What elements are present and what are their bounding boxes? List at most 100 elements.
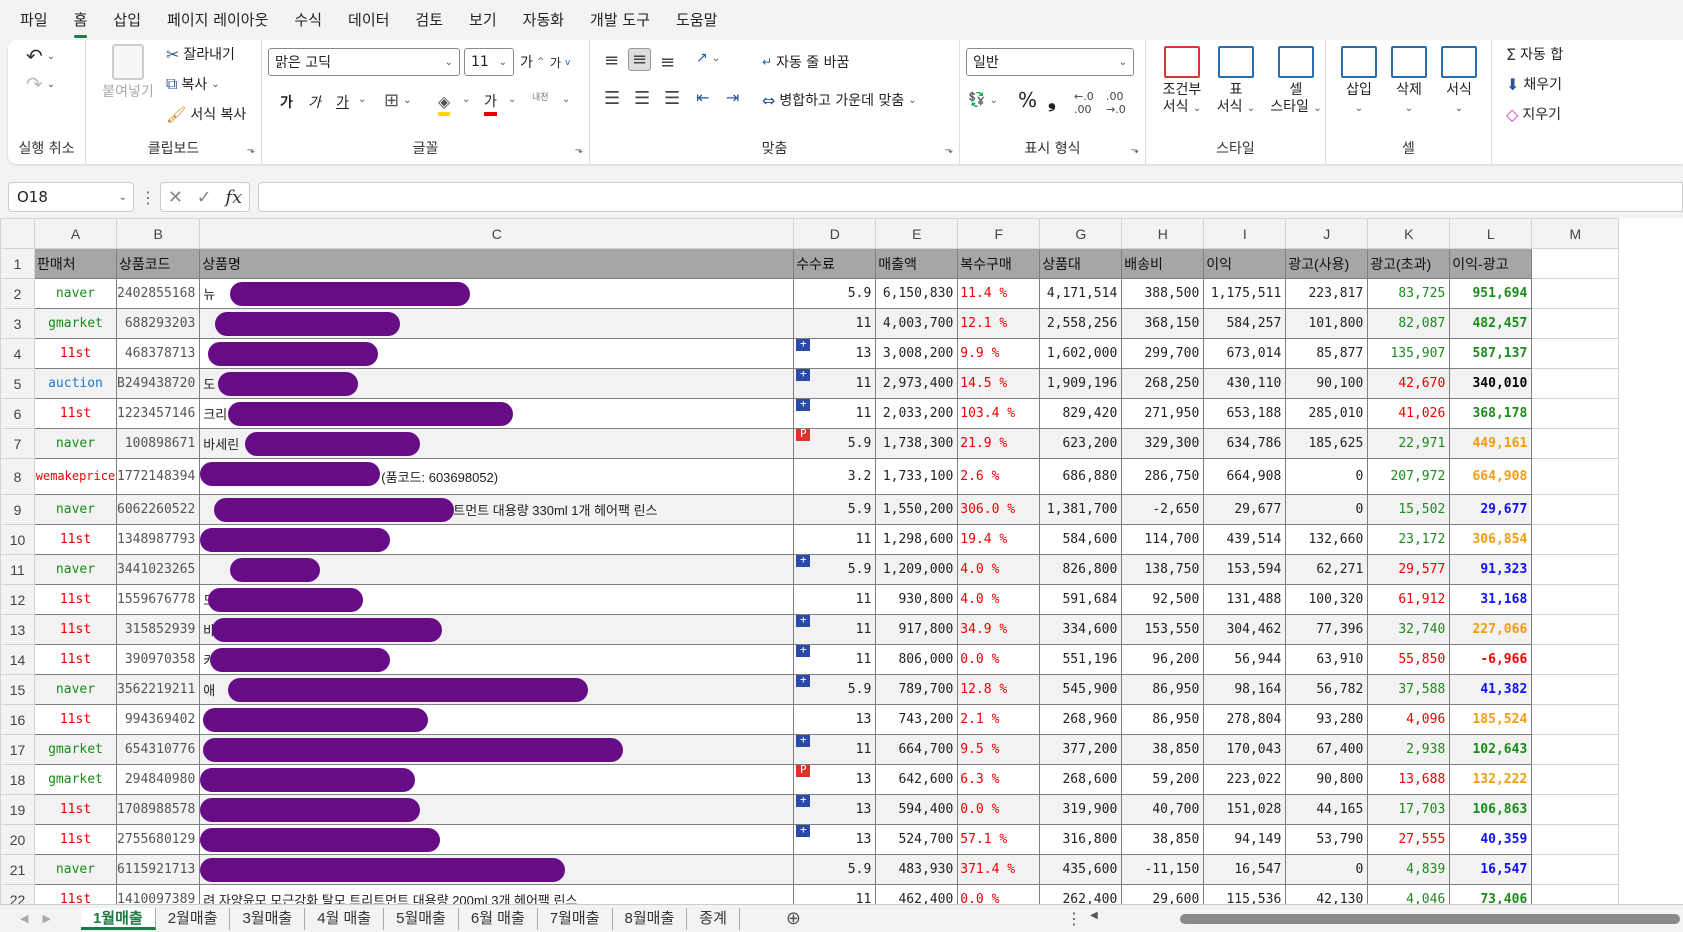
- sales-cell[interactable]: 2,973,400: [875, 368, 959, 399]
- merge-center-button[interactable]: ⇔ 병합하고 가운데 맞춤 ⌄: [762, 90, 917, 110]
- ad-used-cell[interactable]: 53,790: [1285, 824, 1369, 855]
- seller-cell[interactable]: naver: [34, 854, 117, 885]
- sales-cell[interactable]: 6,150,830: [875, 278, 959, 309]
- name-box[interactable]: O18 ⌄: [8, 182, 134, 212]
- tab-sheet-9[interactable]: 종계: [687, 907, 740, 930]
- ad-used-cell[interactable]: 63,910: [1285, 644, 1369, 675]
- sales-cell[interactable]: 743,200: [875, 704, 959, 735]
- ad-over-cell[interactable]: 32,740: [1367, 614, 1451, 645]
- comma-button[interactable]: ❟: [1048, 88, 1056, 112]
- fx-icon[interactable]: fx: [225, 187, 242, 208]
- product-name-cell[interactable]: 트먼트 대용량 330ml 1개 헤어팩 린스: [199, 494, 795, 525]
- row-header[interactable]: 1: [0, 248, 35, 279]
- product-name-cell[interactable]: 뉴: [199, 278, 795, 309]
- net-profit-cell[interactable]: 40,359: [1449, 824, 1533, 855]
- fill-button[interactable]: ⬇ 채우기: [1506, 74, 1562, 94]
- net-profit-cell[interactable]: 306,854: [1449, 524, 1533, 555]
- ad-over-cell[interactable]: 37,588: [1367, 674, 1451, 705]
- column-header-B[interactable]: B: [115, 218, 201, 249]
- ad-over-cell[interactable]: 4,839: [1367, 854, 1451, 885]
- multi-purchase-cell[interactable]: 12.8 %: [957, 674, 1041, 705]
- multi-purchase-cell[interactable]: 11.4 %: [957, 278, 1041, 309]
- multi-purchase-cell[interactable]: 371.4 %: [957, 854, 1041, 885]
- product-name-cell[interactable]: 애: [199, 674, 795, 705]
- menu-3[interactable]: 페이지 레이아웃: [167, 5, 268, 34]
- sales-cell[interactable]: 806,000: [875, 644, 959, 675]
- tab-sheet-5[interactable]: 5월매출: [384, 907, 459, 930]
- font-color-dropdown-icon[interactable]: ⌄: [508, 94, 516, 105]
- empty-cell[interactable]: [1531, 584, 1620, 615]
- row-header[interactable]: 18: [0, 764, 35, 795]
- net-profit-cell[interactable]: 185,524: [1449, 704, 1533, 735]
- fill-color-icon[interactable]: ◈: [438, 90, 451, 116]
- seller-cell[interactable]: naver: [34, 428, 117, 459]
- multi-purchase-cell[interactable]: 2.6 %: [957, 458, 1041, 495]
- align-left-icon[interactable]: ☰: [604, 88, 620, 109]
- ad-over-cell[interactable]: 2,938: [1367, 734, 1451, 765]
- profit-cell[interactable]: 94,149: [1203, 824, 1287, 855]
- seller-cell[interactable]: 11st: [34, 584, 117, 615]
- product-code-cell[interactable]: 315852939: [115, 614, 201, 645]
- ad-over-cell[interactable]: 61,912: [1367, 584, 1451, 615]
- ad-used-cell[interactable]: 0: [1285, 458, 1369, 495]
- percent-button[interactable]: %: [1018, 88, 1037, 112]
- product-code-cell[interactable]: 688293203: [115, 308, 201, 339]
- horizontal-scrollbar[interactable]: [1180, 914, 1680, 924]
- tab-sheet-6[interactable]: 6월 매출: [459, 907, 538, 930]
- goods-cost-cell[interactable]: 435,600: [1039, 854, 1123, 885]
- autosum-button[interactable]: Σ 자동 합: [1506, 44, 1563, 64]
- shipping-cell[interactable]: -11,150: [1121, 854, 1205, 885]
- tab-scroll-right-icon[interactable]: ▶: [42, 912, 50, 925]
- shipping-cell[interactable]: 114,700: [1121, 524, 1205, 555]
- profit-cell[interactable]: 153,594: [1203, 554, 1287, 585]
- product-code-cell[interactable]: 6062260522: [115, 494, 201, 525]
- sales-cell[interactable]: 3,008,200: [875, 338, 959, 369]
- column-header-A[interactable]: A: [34, 218, 117, 249]
- fee-cell[interactable]: +13: [793, 338, 877, 369]
- header-cell[interactable]: 이익: [1203, 248, 1287, 279]
- menu-10[interactable]: 도움말: [676, 5, 717, 34]
- column-header-D[interactable]: D: [793, 218, 877, 249]
- goods-cost-cell[interactable]: 623,200: [1039, 428, 1123, 459]
- shipping-cell[interactable]: 153,550: [1121, 614, 1205, 645]
- conditional-format-button[interactable]: 조건부 서식 ⌄: [1154, 46, 1210, 117]
- product-code-cell[interactable]: 2402855168: [115, 278, 201, 309]
- enter-icon[interactable]: ✓: [197, 187, 212, 208]
- hscroll-left-icon[interactable]: ◀: [1090, 910, 1098, 921]
- fee-cell[interactable]: +11: [793, 398, 877, 429]
- empty-cell[interactable]: [1531, 338, 1620, 369]
- sales-cell[interactable]: 483,930: [875, 854, 959, 885]
- sales-cell[interactable]: 462,400: [875, 884, 959, 904]
- empty-cell[interactable]: [1531, 824, 1620, 855]
- ad-used-cell[interactable]: 44,165: [1285, 794, 1369, 825]
- ad-over-cell[interactable]: 29,577: [1367, 554, 1451, 585]
- ad-used-cell[interactable]: 223,817: [1285, 278, 1369, 309]
- product-name-cell[interactable]: 도: [199, 368, 795, 399]
- sales-cell[interactable]: 1,209,000: [875, 554, 959, 585]
- fee-cell[interactable]: +13: [793, 794, 877, 825]
- product-name-cell[interactable]: 도: [199, 584, 795, 615]
- product-code-cell[interactable]: 2755680129: [115, 824, 201, 855]
- product-name-cell[interactable]: [199, 554, 795, 585]
- profit-cell[interactable]: 56,944: [1203, 644, 1287, 675]
- tab-sheet-1[interactable]: 1월매출: [80, 907, 156, 930]
- goods-cost-cell[interactable]: 829,420: [1039, 398, 1123, 429]
- multi-purchase-cell[interactable]: 14.5 %: [957, 368, 1041, 399]
- align-middle-icon[interactable]: ≡: [628, 48, 652, 71]
- fee-cell[interactable]: +5.9: [793, 554, 877, 585]
- sales-cell[interactable]: 594,400: [875, 794, 959, 825]
- header-cell[interactable]: 판매처: [34, 248, 117, 279]
- fee-cell[interactable]: 11: [793, 584, 877, 615]
- ad-over-cell[interactable]: 13,688: [1367, 764, 1451, 795]
- ad-used-cell[interactable]: 100,320: [1285, 584, 1369, 615]
- multi-purchase-cell[interactable]: 0.0 %: [957, 794, 1041, 825]
- wrap-text-button[interactable]: ↵ 자동 줄 바꿈: [762, 52, 849, 72]
- profit-cell[interactable]: 278,804: [1203, 704, 1287, 735]
- row-header[interactable]: 13: [0, 614, 35, 645]
- multi-purchase-cell[interactable]: 19.4 %: [957, 524, 1041, 555]
- fee-cell[interactable]: 5.9: [793, 854, 877, 885]
- shipping-cell[interactable]: 329,300: [1121, 428, 1205, 459]
- net-profit-cell[interactable]: 368,178: [1449, 398, 1533, 429]
- profit-cell[interactable]: 634,786: [1203, 428, 1287, 459]
- seller-cell[interactable]: gmarket: [34, 734, 117, 765]
